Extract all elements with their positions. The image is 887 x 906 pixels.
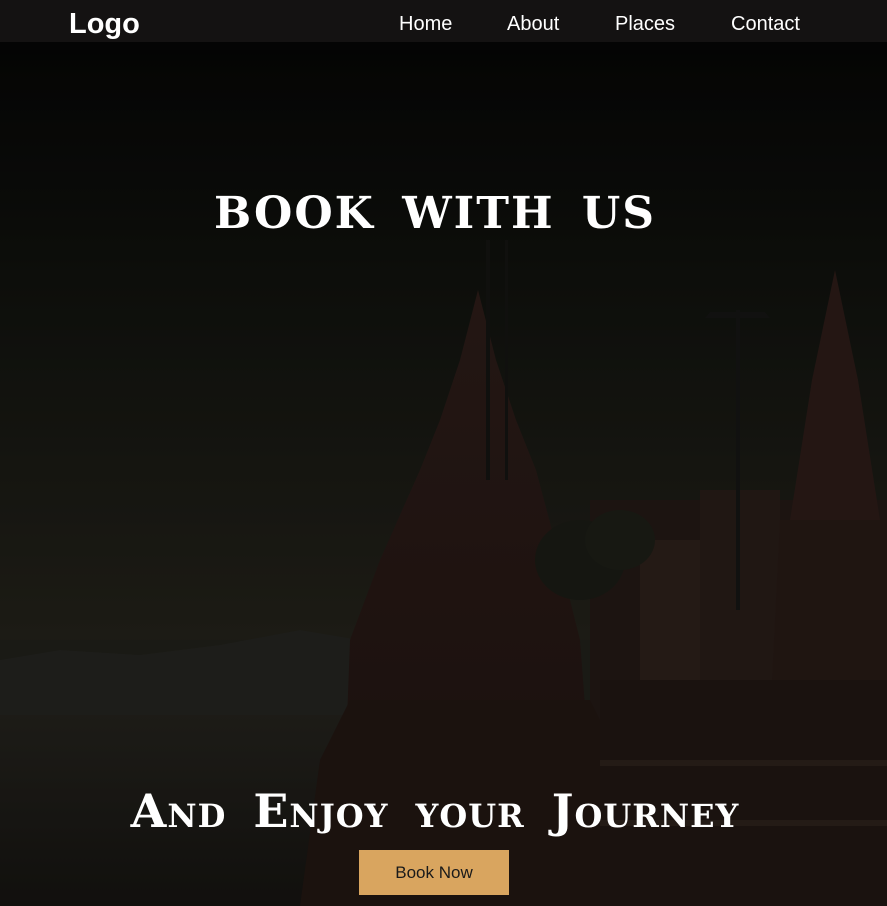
hero-headline: BOOK WITH US: [214, 188, 656, 239]
nav-link-contact[interactable]: Contact: [731, 12, 800, 36]
nav-link-home[interactable]: Home: [399, 12, 452, 36]
site-logo[interactable]: Logo: [69, 7, 140, 41]
hero-subheadline: And Enjoy your Journey: [130, 784, 740, 838]
hero-background-image: [0, 0, 887, 906]
nav-link-about[interactable]: About: [507, 12, 559, 36]
nav-link-places[interactable]: Places: [615, 12, 675, 36]
navbar: Logo Home About Places Contact: [0, 0, 887, 42]
hero-dark-overlay: [0, 0, 887, 906]
book-now-button[interactable]: Book Now: [359, 850, 509, 895]
